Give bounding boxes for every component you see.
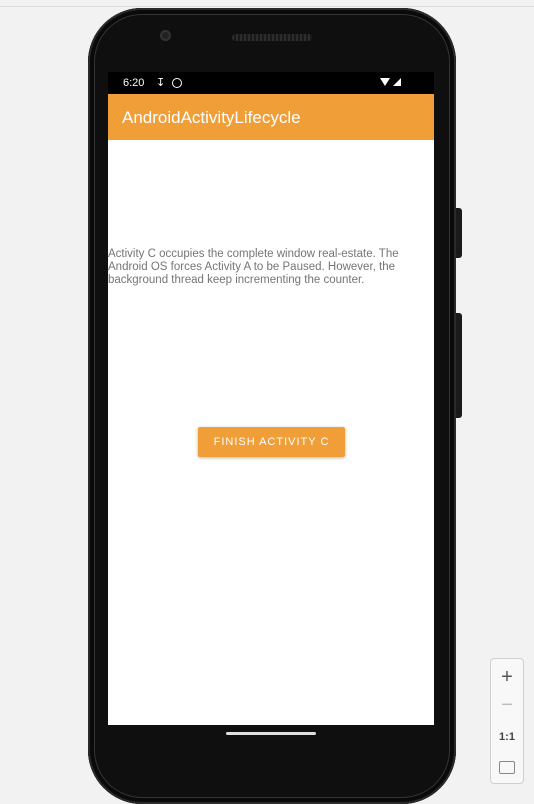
navigation-bar [108, 725, 434, 765]
zoom-in-button[interactable]: + [491, 663, 523, 691]
app-bar: AndroidActivityLifecycle [108, 94, 434, 140]
app-title: AndroidActivityLifecycle [122, 108, 301, 127]
power-button [456, 208, 462, 258]
earpiece-speaker [232, 34, 312, 41]
sync-icon [172, 78, 182, 88]
status-bar: 6:20 ↧ [108, 72, 434, 94]
download-icon: ↧ [156, 77, 166, 89]
finish-activity-c-button[interactable]: FINISH ACTIVITY C [198, 427, 345, 457]
front-camera [160, 30, 171, 41]
zoom-actual-size-button[interactable]: 1:1 [491, 723, 523, 751]
home-gesture-handle[interactable] [226, 732, 316, 735]
zoom-out-button[interactable]: − [491, 691, 523, 719]
zoom-fit-button[interactable] [491, 753, 523, 781]
zoom-controls: + − 1:1 [490, 658, 524, 784]
wifi-signal-icons [380, 77, 404, 90]
wifi-icon [380, 78, 401, 86]
activity-description: Activity C occupies the complete window … [108, 248, 399, 286]
activity-content: Activity C occupies the complete window … [108, 140, 434, 725]
fit-screen-icon [499, 760, 515, 774]
status-time: 6:20 [123, 77, 145, 89]
volume-rocker [456, 313, 462, 418]
device-screen: 6:20 ↧ AndroidActivityLifecycle Activity… [108, 72, 434, 725]
toolbar-divider [0, 6, 534, 7]
